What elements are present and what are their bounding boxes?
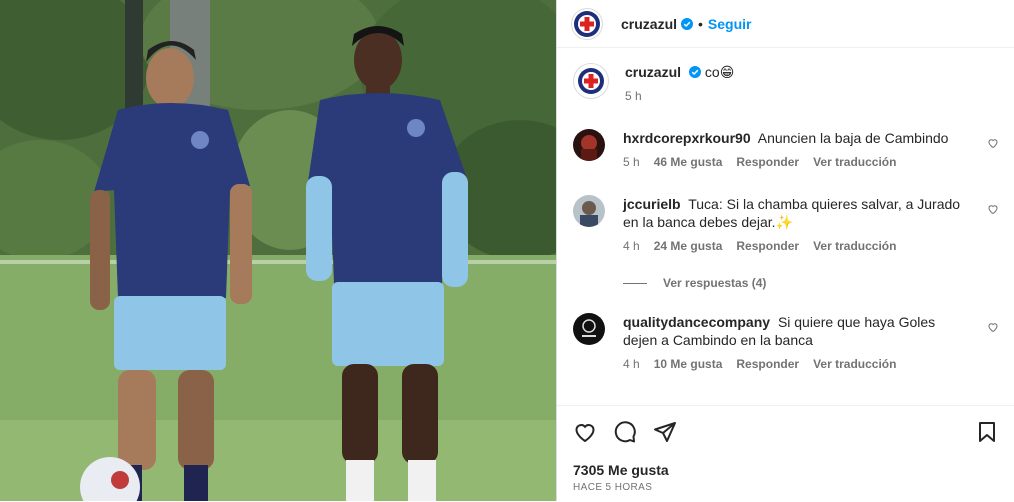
training-photo	[0, 0, 556, 501]
caption-username[interactable]: cruzazul	[625, 64, 681, 80]
bookmark-icon[interactable]	[975, 420, 999, 444]
comment-meta: 5 h 46 Me gusta Responder Ver traducción	[623, 153, 948, 171]
comment-likes[interactable]: 10 Me gusta	[654, 355, 723, 373]
commenter-avatar[interactable]	[573, 313, 605, 345]
caption-emoji: 😁	[719, 64, 735, 80]
translate-button[interactable]: Ver traducción	[813, 237, 896, 255]
like-count[interactable]: 7305 Me gusta	[573, 462, 669, 478]
post-side-panel: cruzazul • Seguir cruzazul co😁 5 h hxrdc…	[556, 0, 1014, 501]
heart-icon[interactable]	[987, 137, 999, 149]
commenter-avatar[interactable]	[573, 195, 605, 227]
replies-divider	[623, 282, 647, 284]
reply-button[interactable]: Responder	[736, 153, 799, 171]
action-icons	[573, 420, 677, 444]
comment-time[interactable]: 5 h	[623, 153, 640, 171]
caption-text: co	[704, 64, 720, 80]
post-actions: 7305 Me gusta HACE 5 HORAS	[557, 405, 1014, 502]
comment-likes[interactable]: 24 Me gusta	[654, 237, 723, 255]
view-replies-label[interactable]: Ver respuestas (4)	[663, 276, 766, 290]
view-replies-button[interactable]: Ver respuestas (4)	[623, 276, 766, 290]
comment-time[interactable]: 4 h	[623, 355, 640, 373]
heart-icon[interactable]	[987, 203, 999, 215]
heart-icon[interactable]	[573, 420, 597, 444]
heart-icon[interactable]	[987, 321, 999, 333]
comment-item: jccurielb Tuca: Si la chamba quieres sal…	[573, 195, 999, 255]
post-image[interactable]	[0, 0, 556, 501]
comment-username[interactable]: qualitydancecompany	[623, 314, 770, 330]
post-timestamp[interactable]: HACE 5 HORAS	[573, 482, 652, 493]
comment-item: hxrdcorepxrkour90 Anuncien la baja de Ca…	[573, 129, 999, 171]
comment-item: qualitydancecompany Si quiere que haya G…	[573, 313, 999, 373]
account-avatar[interactable]	[573, 63, 609, 99]
verified-badge-icon	[681, 17, 694, 30]
comment-username[interactable]: jccurielb	[623, 196, 681, 212]
comment-text: Anuncien la baja de Cambindo	[757, 130, 949, 146]
commenter-avatar[interactable]	[573, 129, 605, 161]
caption: cruzazul co😁 5 h	[573, 63, 999, 105]
comment-meta: 4 h 24 Me gusta Responder Ver traducción	[623, 237, 963, 255]
share-icon[interactable]	[653, 420, 677, 444]
reply-button[interactable]: Responder	[736, 355, 799, 373]
post-header: cruzazul • Seguir	[557, 0, 1014, 48]
reply-button[interactable]: Responder	[736, 237, 799, 255]
comment-icon[interactable]	[613, 420, 637, 444]
verified-badge-icon	[689, 66, 702, 78]
comment-likes[interactable]: 46 Me gusta	[654, 153, 723, 171]
comments-list[interactable]: cruzazul co😁 5 h hxrdcorepxrkour90 Anunc…	[557, 49, 1014, 404]
translate-button[interactable]: Ver traducción	[813, 355, 896, 373]
separator-dot: •	[698, 15, 703, 32]
account-username[interactable]: cruzazul	[621, 16, 677, 32]
follow-button[interactable]: Seguir	[708, 16, 752, 32]
caption-time[interactable]: 5 h	[625, 87, 642, 105]
comment-username[interactable]: hxrdcorepxrkour90	[623, 130, 751, 146]
translate-button[interactable]: Ver traducción	[813, 153, 896, 171]
comment-meta: 4 h 10 Me gusta Responder Ver traducción	[623, 355, 963, 373]
caption-meta: 5 h	[625, 87, 734, 105]
comment-time[interactable]: 4 h	[623, 237, 640, 255]
account-avatar[interactable]	[571, 7, 603, 40]
